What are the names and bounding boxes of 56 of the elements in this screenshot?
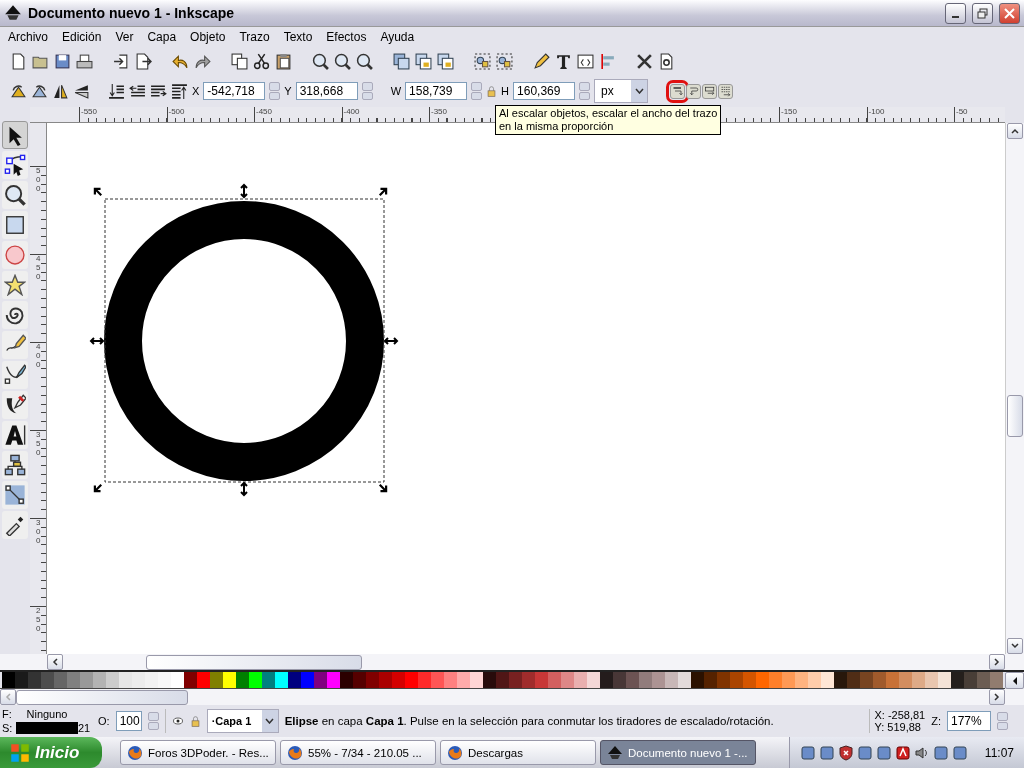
ruler-label: -500 <box>166 107 185 122</box>
menu-item[interactable]: Efectos <box>326 30 367 44</box>
task-label: Documento nuevo 1 -... <box>628 746 748 759</box>
ruler-label: -50 <box>954 107 968 122</box>
layer-dropdown[interactable]: ·Capa 1 <box>206 709 279 733</box>
menu-item[interactable]: Objeto <box>190 30 226 44</box>
x-field[interactable]: -542,718 <box>203 82 266 100</box>
ruler-label: 250 <box>30 606 44 634</box>
ruler-label: -450 <box>254 107 272 122</box>
opacity-label: O: <box>98 715 110 727</box>
task-label: Foros 3DPoder. - Res... <box>148 746 269 759</box>
start-button[interactable]: Inicio <box>0 737 102 768</box>
ruler-label: -150 <box>779 107 797 122</box>
ruler-label: 350 <box>30 430 44 458</box>
taskbar-button[interactable]: 55% - 7/34 - 210.05 ... <box>280 740 436 765</box>
taskbar-button[interactable]: Foros 3DPoder. - Res... <box>120 740 276 765</box>
menu-item[interactable]: Archivo <box>8 30 48 44</box>
fill-value: Ninguno <box>25 708 69 720</box>
ruler-label: 300 <box>30 518 44 546</box>
ruler-label: -350 <box>429 107 447 122</box>
taskbar-button[interactable]: Documento nuevo 1 -... <box>600 740 756 765</box>
y-label: Y <box>284 85 292 97</box>
ruler-label: -400 <box>341 107 360 122</box>
opacity-field[interactable]: 100 <box>115 711 142 731</box>
unit-dropdown[interactable]: px <box>594 79 649 103</box>
height-field[interactable]: 160,369 <box>513 82 576 100</box>
stroke-label: S: <box>2 722 14 734</box>
ruler-label: 450 <box>30 254 44 282</box>
stroke-width: 21 <box>78 722 92 734</box>
menu-item[interactable]: Edición <box>62 30 102 44</box>
taskbar-button[interactable]: Descargas <box>440 740 596 765</box>
fill-label: F: <box>2 708 13 720</box>
ruler-label: -100 <box>866 107 885 122</box>
zoom-label: Z: <box>931 715 941 727</box>
x-label: X <box>192 85 200 97</box>
menu-item[interactable]: Texto <box>283 30 313 44</box>
y-field[interactable]: 318,668 <box>295 82 358 100</box>
ruler-label: -550 <box>79 107 97 122</box>
ruler-label: 500 <box>30 166 44 194</box>
window-title: Documento nuevo 1 - Inkscape <box>28 5 236 21</box>
menu-item[interactable]: Trazo <box>239 30 270 44</box>
w-label: W <box>390 85 402 97</box>
task-label: 55% - 7/34 - 210.05 ... <box>308 746 422 759</box>
cursor-x: X: -258,81 <box>874 709 926 721</box>
width-field[interactable]: 158,739 <box>405 82 468 100</box>
menu-item[interactable]: Ver <box>115 30 134 44</box>
tooltip: Al escalar objetos, escalar el ancho del trazo en la misma proporción <box>495 105 722 135</box>
cursor-y: Y: 519,88 <box>874 721 922 733</box>
zoom-field[interactable]: 177% <box>947 711 991 731</box>
clock: 11:07 <box>984 745 1014 760</box>
h-label: H <box>501 85 510 97</box>
task-label: Descargas <box>468 746 523 759</box>
status-message: Elipse en capa Capa 1. Pulse en la selección para conmutar los tiradores de escalado/rotación. <box>284 715 775 727</box>
ruler-label: 400 <box>30 342 44 370</box>
menu-item[interactable]: Capa <box>147 30 177 44</box>
menu-item[interactable]: Ayuda <box>380 30 415 44</box>
